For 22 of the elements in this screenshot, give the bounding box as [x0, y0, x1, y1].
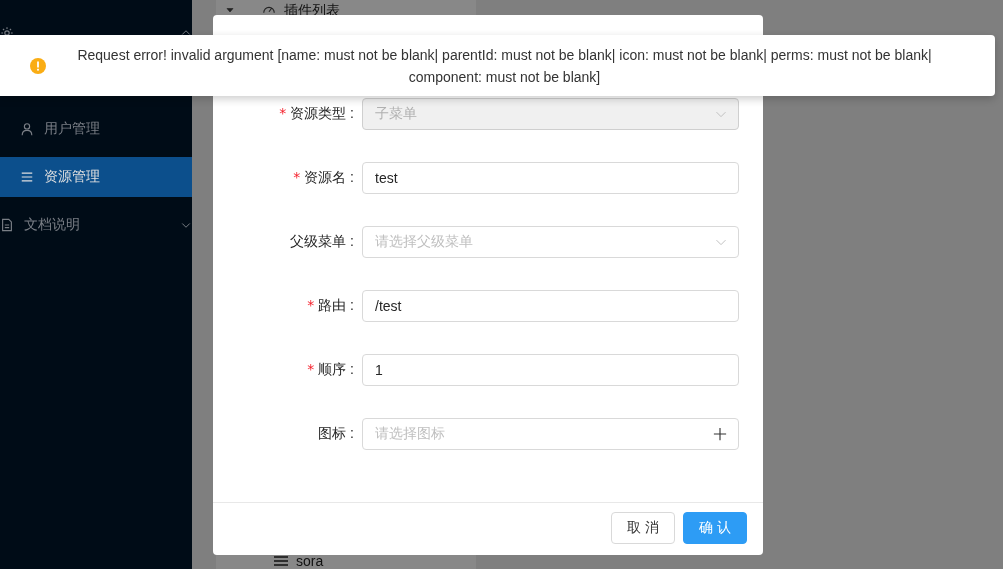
confirm-button[interactable]: 确 认	[683, 512, 747, 544]
field-label: * 路由 :	[306, 297, 355, 315]
field-label: * 顺序 :	[306, 361, 355, 379]
sidebar-item[interactable]: 用户管理	[0, 109, 192, 149]
user-icon	[20, 122, 34, 136]
menu-icon	[274, 556, 288, 566]
field-label: * 资源类型 :	[278, 105, 355, 123]
warning-icon	[30, 57, 46, 74]
field-label: 图标 :	[317, 425, 355, 443]
menu-icon	[20, 170, 34, 184]
sidebar-item[interactable]: 资源管理	[0, 157, 192, 197]
field-label: * 资源名 :	[292, 169, 355, 187]
sidebar-item[interactable]: 文档说明	[0, 205, 192, 245]
input-field[interactable]: /test	[362, 290, 739, 322]
plus-icon	[713, 427, 727, 441]
tree-node-label[interactable]: sora	[296, 553, 324, 569]
field-label: 父级菜单 :	[289, 233, 355, 251]
input-field[interactable]: test	[362, 162, 739, 194]
input-field[interactable]: 1	[362, 354, 739, 386]
cancel-button[interactable]: 取 消	[611, 512, 675, 544]
file-icon	[0, 218, 14, 232]
error-message: Request error! invalid argument [name: must not be blank| parentId: must not be blank| icon: must not be blank| perms: must not be blank| component: must not be blank]	[76, 45, 933, 87]
